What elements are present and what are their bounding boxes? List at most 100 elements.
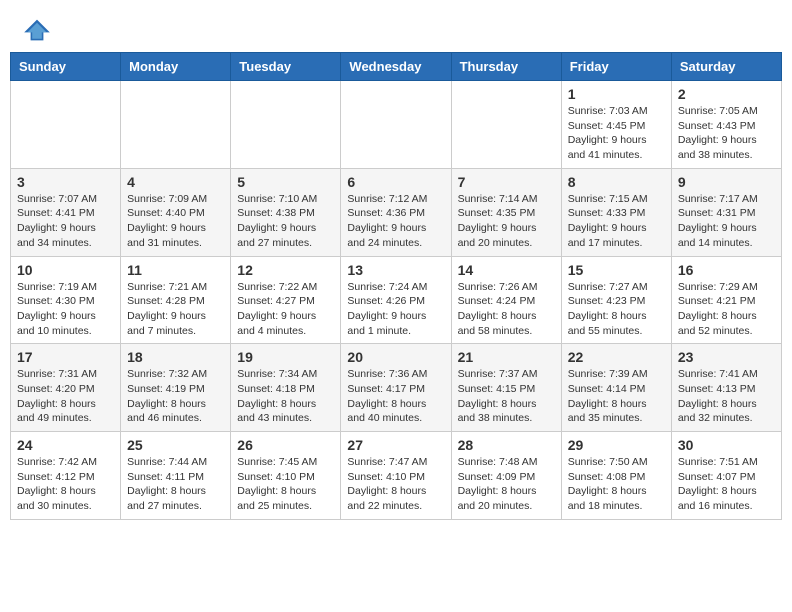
day-number: 18 (127, 349, 224, 365)
day-info: Sunrise: 7:44 AM Sunset: 4:11 PM Dayligh… (127, 455, 224, 514)
calendar-cell: 15 Sunrise: 7:27 AM Sunset: 4:23 PM Dayli… (561, 256, 671, 344)
day-number: 19 (237, 349, 334, 365)
day-number: 3 (17, 174, 114, 190)
calendar-body: 1Sunrise: 7:03 AM Sunset: 4:45 PM Daylig… (11, 81, 782, 520)
day-info: Sunrise: 7:27 AM Sunset: 4:23 PM Dayligh… (568, 280, 665, 339)
calendar-cell: 14 Sunrise: 7:26 AM Sunset: 4:24 PM Dayli… (451, 256, 561, 344)
calendar-cell: 8 Sunrise: 7:15 AM Sunset: 4:33 PM Daylig… (561, 168, 671, 256)
calendar-cell: 16 Sunrise: 7:29 AM Sunset: 4:21 PM Dayli… (671, 256, 781, 344)
day-number: 23 (678, 349, 775, 365)
day-number: 15 (568, 262, 665, 278)
weekday-header-thursday: Thursday (451, 53, 561, 81)
day-info: Sunrise: 7:14 AM Sunset: 4:35 PM Dayligh… (458, 192, 555, 251)
day-info: Sunrise: 7:31 AM Sunset: 4:20 PM Dayligh… (17, 367, 114, 426)
calendar-cell: 17 Sunrise: 7:31 AM Sunset: 4:20 PM Dayli… (11, 344, 121, 432)
day-info: Sunrise: 7:50 AM Sunset: 4:08 PM Dayligh… (568, 455, 665, 514)
day-number: 14 (458, 262, 555, 278)
day-number: 29 (568, 437, 665, 453)
day-number: 9 (678, 174, 775, 190)
day-number: 25 (127, 437, 224, 453)
day-number: 11 (127, 262, 224, 278)
day-info: Sunrise: 7:34 AM Sunset: 4:18 PM Dayligh… (237, 367, 334, 426)
calendar-cell: 26 Sunrise: 7:45 AM Sunset: 4:10 PM Dayli… (231, 432, 341, 520)
weekday-header-sunday: Sunday (11, 53, 121, 81)
calendar-cell: 24 Sunrise: 7:42 AM Sunset: 4:12 PM Dayli… (11, 432, 121, 520)
calendar-cell: 4 Sunrise: 7:09 AM Sunset: 4:40 PM Daylig… (121, 168, 231, 256)
day-info: Sunrise: 7:26 AM Sunset: 4:24 PM Dayligh… (458, 280, 555, 339)
day-number: 8 (568, 174, 665, 190)
day-info: Sunrise: 7:22 AM Sunset: 4:27 PM Dayligh… (237, 280, 334, 339)
calendar-week-4: 17 Sunrise: 7:31 AM Sunset: 4:20 PM Dayli… (11, 344, 782, 432)
calendar-cell (341, 81, 451, 169)
day-info: Sunrise: 7:29 AM Sunset: 4:21 PM Dayligh… (678, 280, 775, 339)
day-number: 27 (347, 437, 444, 453)
day-info: Sunrise: 7:21 AM Sunset: 4:28 PM Dayligh… (127, 280, 224, 339)
calendar-cell (121, 81, 231, 169)
weekday-header-wednesday: Wednesday (341, 53, 451, 81)
day-info: Sunrise: 7:37 AM Sunset: 4:15 PM Dayligh… (458, 367, 555, 426)
day-number: 6 (347, 174, 444, 190)
day-info: Sunrise: 7:41 AM Sunset: 4:13 PM Dayligh… (678, 367, 775, 426)
day-info: Sunrise: 7:39 AM Sunset: 4:14 PM Dayligh… (568, 367, 665, 426)
calendar-week-5: 24 Sunrise: 7:42 AM Sunset: 4:12 PM Dayli… (11, 432, 782, 520)
day-info: Sunrise: 7:45 AM Sunset: 4:10 PM Dayligh… (237, 455, 334, 514)
calendar-cell: 25 Sunrise: 7:44 AM Sunset: 4:11 PM Dayli… (121, 432, 231, 520)
calendar-cell: 27 Sunrise: 7:47 AM Sunset: 4:10 PM Dayli… (341, 432, 451, 520)
calendar-cell: 28 Sunrise: 7:48 AM Sunset: 4:09 PM Dayli… (451, 432, 561, 520)
weekday-header-friday: Friday (561, 53, 671, 81)
calendar-cell: 11 Sunrise: 7:21 AM Sunset: 4:28 PM Dayli… (121, 256, 231, 344)
day-number: 24 (17, 437, 114, 453)
calendar-week-3: 10 Sunrise: 7:19 AM Sunset: 4:30 PM Dayli… (11, 256, 782, 344)
day-info: Sunrise: 7:09 AM Sunset: 4:40 PM Dayligh… (127, 192, 224, 251)
calendar-week-1: 1Sunrise: 7:03 AM Sunset: 4:45 PM Daylig… (11, 81, 782, 169)
day-number: 22 (568, 349, 665, 365)
day-number: 1 (568, 86, 665, 102)
day-info: Sunrise: 7:19 AM Sunset: 4:30 PM Dayligh… (17, 280, 114, 339)
day-number: 20 (347, 349, 444, 365)
day-info: Sunrise: 7:48 AM Sunset: 4:09 PM Dayligh… (458, 455, 555, 514)
calendar-cell: 13Sunrise: 7:24 AM Sunset: 4:26 PM Dayli… (341, 256, 451, 344)
calendar-week-2: 3 Sunrise: 7:07 AM Sunset: 4:41 PM Daylig… (11, 168, 782, 256)
day-number: 28 (458, 437, 555, 453)
calendar-cell: 20 Sunrise: 7:36 AM Sunset: 4:17 PM Dayli… (341, 344, 451, 432)
calendar-cell: 21 Sunrise: 7:37 AM Sunset: 4:15 PM Dayli… (451, 344, 561, 432)
calendar-cell: 9Sunrise: 7:17 AM Sunset: 4:31 PM Daylig… (671, 168, 781, 256)
logo (20, 18, 56, 42)
day-number: 5 (237, 174, 334, 190)
day-info: Sunrise: 7:51 AM Sunset: 4:07 PM Dayligh… (678, 455, 775, 514)
calendar-cell (451, 81, 561, 169)
calendar-cell: 3 Sunrise: 7:07 AM Sunset: 4:41 PM Daylig… (11, 168, 121, 256)
day-info: Sunrise: 7:47 AM Sunset: 4:10 PM Dayligh… (347, 455, 444, 514)
calendar-cell: 5 Sunrise: 7:10 AM Sunset: 4:38 PM Daylig… (231, 168, 341, 256)
weekday-header-monday: Monday (121, 53, 231, 81)
page-header (0, 0, 792, 52)
day-number: 16 (678, 262, 775, 278)
calendar-cell: 18Sunrise: 7:32 AM Sunset: 4:19 PM Dayli… (121, 344, 231, 432)
calendar-cell: 23 Sunrise: 7:41 AM Sunset: 4:13 PM Dayli… (671, 344, 781, 432)
weekday-header-saturday: Saturday (671, 53, 781, 81)
day-number: 7 (458, 174, 555, 190)
day-info: Sunrise: 7:07 AM Sunset: 4:41 PM Dayligh… (17, 192, 114, 251)
day-info: Sunrise: 7:15 AM Sunset: 4:33 PM Dayligh… (568, 192, 665, 251)
day-info: Sunrise: 7:42 AM Sunset: 4:12 PM Dayligh… (17, 455, 114, 514)
day-number: 17 (17, 349, 114, 365)
calendar-cell: 6 Sunrise: 7:12 AM Sunset: 4:36 PM Daylig… (341, 168, 451, 256)
day-info: Sunrise: 7:12 AM Sunset: 4:36 PM Dayligh… (347, 192, 444, 251)
day-number: 26 (237, 437, 334, 453)
weekday-row: SundayMondayTuesdayWednesdayThursdayFrid… (11, 53, 782, 81)
calendar-cell: 2Sunrise: 7:05 AM Sunset: 4:43 PM Daylig… (671, 81, 781, 169)
day-number: 12 (237, 262, 334, 278)
day-info: Sunrise: 7:36 AM Sunset: 4:17 PM Dayligh… (347, 367, 444, 426)
day-number: 10 (17, 262, 114, 278)
day-number: 4 (127, 174, 224, 190)
day-info: Sunrise: 7:24 AM Sunset: 4:26 PM Dayligh… (347, 280, 444, 339)
calendar: SundayMondayTuesdayWednesdayThursdayFrid… (0, 52, 792, 530)
calendar-cell (11, 81, 121, 169)
calendar-cell (231, 81, 341, 169)
calendar-cell: 30Sunrise: 7:51 AM Sunset: 4:07 PM Dayli… (671, 432, 781, 520)
calendar-header: SundayMondayTuesdayWednesdayThursdayFrid… (11, 53, 782, 81)
day-info: Sunrise: 7:10 AM Sunset: 4:38 PM Dayligh… (237, 192, 334, 251)
calendar-table: SundayMondayTuesdayWednesdayThursdayFrid… (10, 52, 782, 520)
day-number: 21 (458, 349, 555, 365)
logo-icon (22, 18, 52, 42)
